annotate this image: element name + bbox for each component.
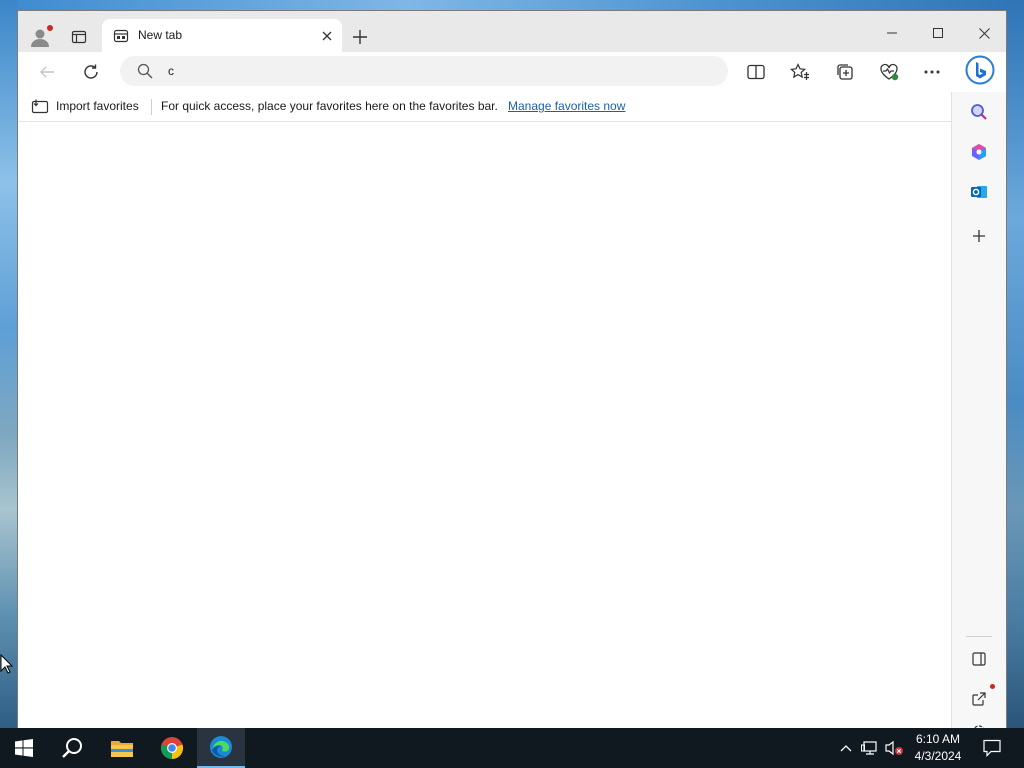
page-content [18,122,951,728]
split-screen-button[interactable] [741,58,771,86]
edge-button[interactable] [197,728,245,768]
desktop-wallpaper-right [1006,0,1024,728]
refresh-icon [84,64,98,79]
favorites-button[interactable] [785,58,815,86]
desktop-wallpaper-left [0,0,18,728]
copilot-button[interactable] [964,54,996,86]
external-link-icon [972,692,986,706]
close-window-button[interactable] [961,19,1006,47]
sidebar-add-button[interactable] [966,223,992,249]
close-icon [978,27,990,39]
network-button[interactable] [860,738,880,758]
collections-button[interactable] [830,58,860,86]
refresh-button[interactable] [76,58,106,86]
add-icon [973,230,985,242]
search-icon [62,738,82,758]
browser-essentials-button[interactable] [874,58,904,86]
profile-notification-dot [47,25,53,31]
sidebar-office-button[interactable] [966,139,992,165]
file-explorer-button[interactable] [98,728,146,768]
action-center-button[interactable] [978,734,1006,762]
tab-title: New tab [138,28,183,42]
chrome-button[interactable] [148,728,196,768]
office-icon [972,144,986,160]
edge-sidebar [951,92,1006,728]
file-explorer-icon [111,741,133,757]
taskbar: 6:10 AM 4/3/2024 [0,728,1024,768]
more-icon [924,70,940,74]
bing-copilot-icon [965,55,995,85]
manage-favorites-link[interactable]: Manage favorites now [508,99,625,113]
import-favorites-button[interactable]: Import favorites [56,99,139,113]
search-icon [137,63,153,79]
favorites-bar-message: For quick access, place your favorites h… [161,99,498,113]
notification-icon [983,739,1001,757]
chevron-up-icon [840,745,852,752]
back-button[interactable] [32,58,62,86]
address-input[interactable]: c [168,64,174,78]
tab-new-tab[interactable]: New tab [102,19,342,52]
tab-actions-button[interactable] [66,25,92,49]
minimize-button[interactable] [869,19,915,47]
sidebar-search-button[interactable] [966,99,992,125]
desktop-wallpaper [0,0,1024,10]
more-options-button[interactable] [917,58,947,86]
minimize-icon [887,32,897,34]
tab-actions-icon [71,30,87,44]
edge-icon [210,736,232,758]
notification-dot [990,684,995,689]
new-tab-button[interactable] [348,25,372,49]
favorites-bar-divider [151,99,152,115]
browser-essentials-icon [880,63,899,81]
mouse-cursor-icon [0,654,14,674]
volume-muted-icon [885,740,903,756]
favorites-icon [790,63,809,80]
plus-icon [353,30,367,44]
tab-close-button[interactable] [318,27,336,45]
back-icon [40,66,54,78]
sidebar-settings-button[interactable] [966,719,992,728]
collections-icon [837,64,853,80]
clock-date: 4/3/2024 [914,749,962,763]
maximize-button[interactable] [915,19,961,47]
sidebar-outlook-button[interactable] [966,179,992,205]
system-clock[interactable]: 6:10 AM 4/3/2024 [908,731,968,765]
search-icon [971,104,987,120]
hide-sidebar-button[interactable] [966,646,992,672]
outlook-icon [971,186,987,198]
address-bar[interactable]: c [120,56,728,86]
chrome-icon [160,737,184,760]
split-screen-icon [747,64,765,80]
taskbar-search-button[interactable] [48,728,96,768]
favorites-bar: Import favorites For quick access, place… [18,92,952,122]
clock-time: 6:10 AM [915,732,961,746]
hide-sidebar-icon [972,652,986,666]
import-favorites-icon [31,99,49,114]
sidebar-external-link-button[interactable] [966,686,992,712]
network-icon [861,741,877,755]
browser-window: New tab c Import favorites For quick acc… [17,10,1007,728]
start-icon [15,739,33,757]
close-icon [322,31,332,41]
sidebar-divider [966,636,992,637]
navigation-toolbar: c [18,52,1006,92]
title-bar: New tab [18,11,1006,52]
start-button[interactable] [0,728,48,768]
show-hidden-icons-button[interactable] [836,738,856,758]
new-tab-page-icon [113,29,129,43]
volume-button[interactable] [884,738,904,758]
maximize-icon [933,28,943,38]
